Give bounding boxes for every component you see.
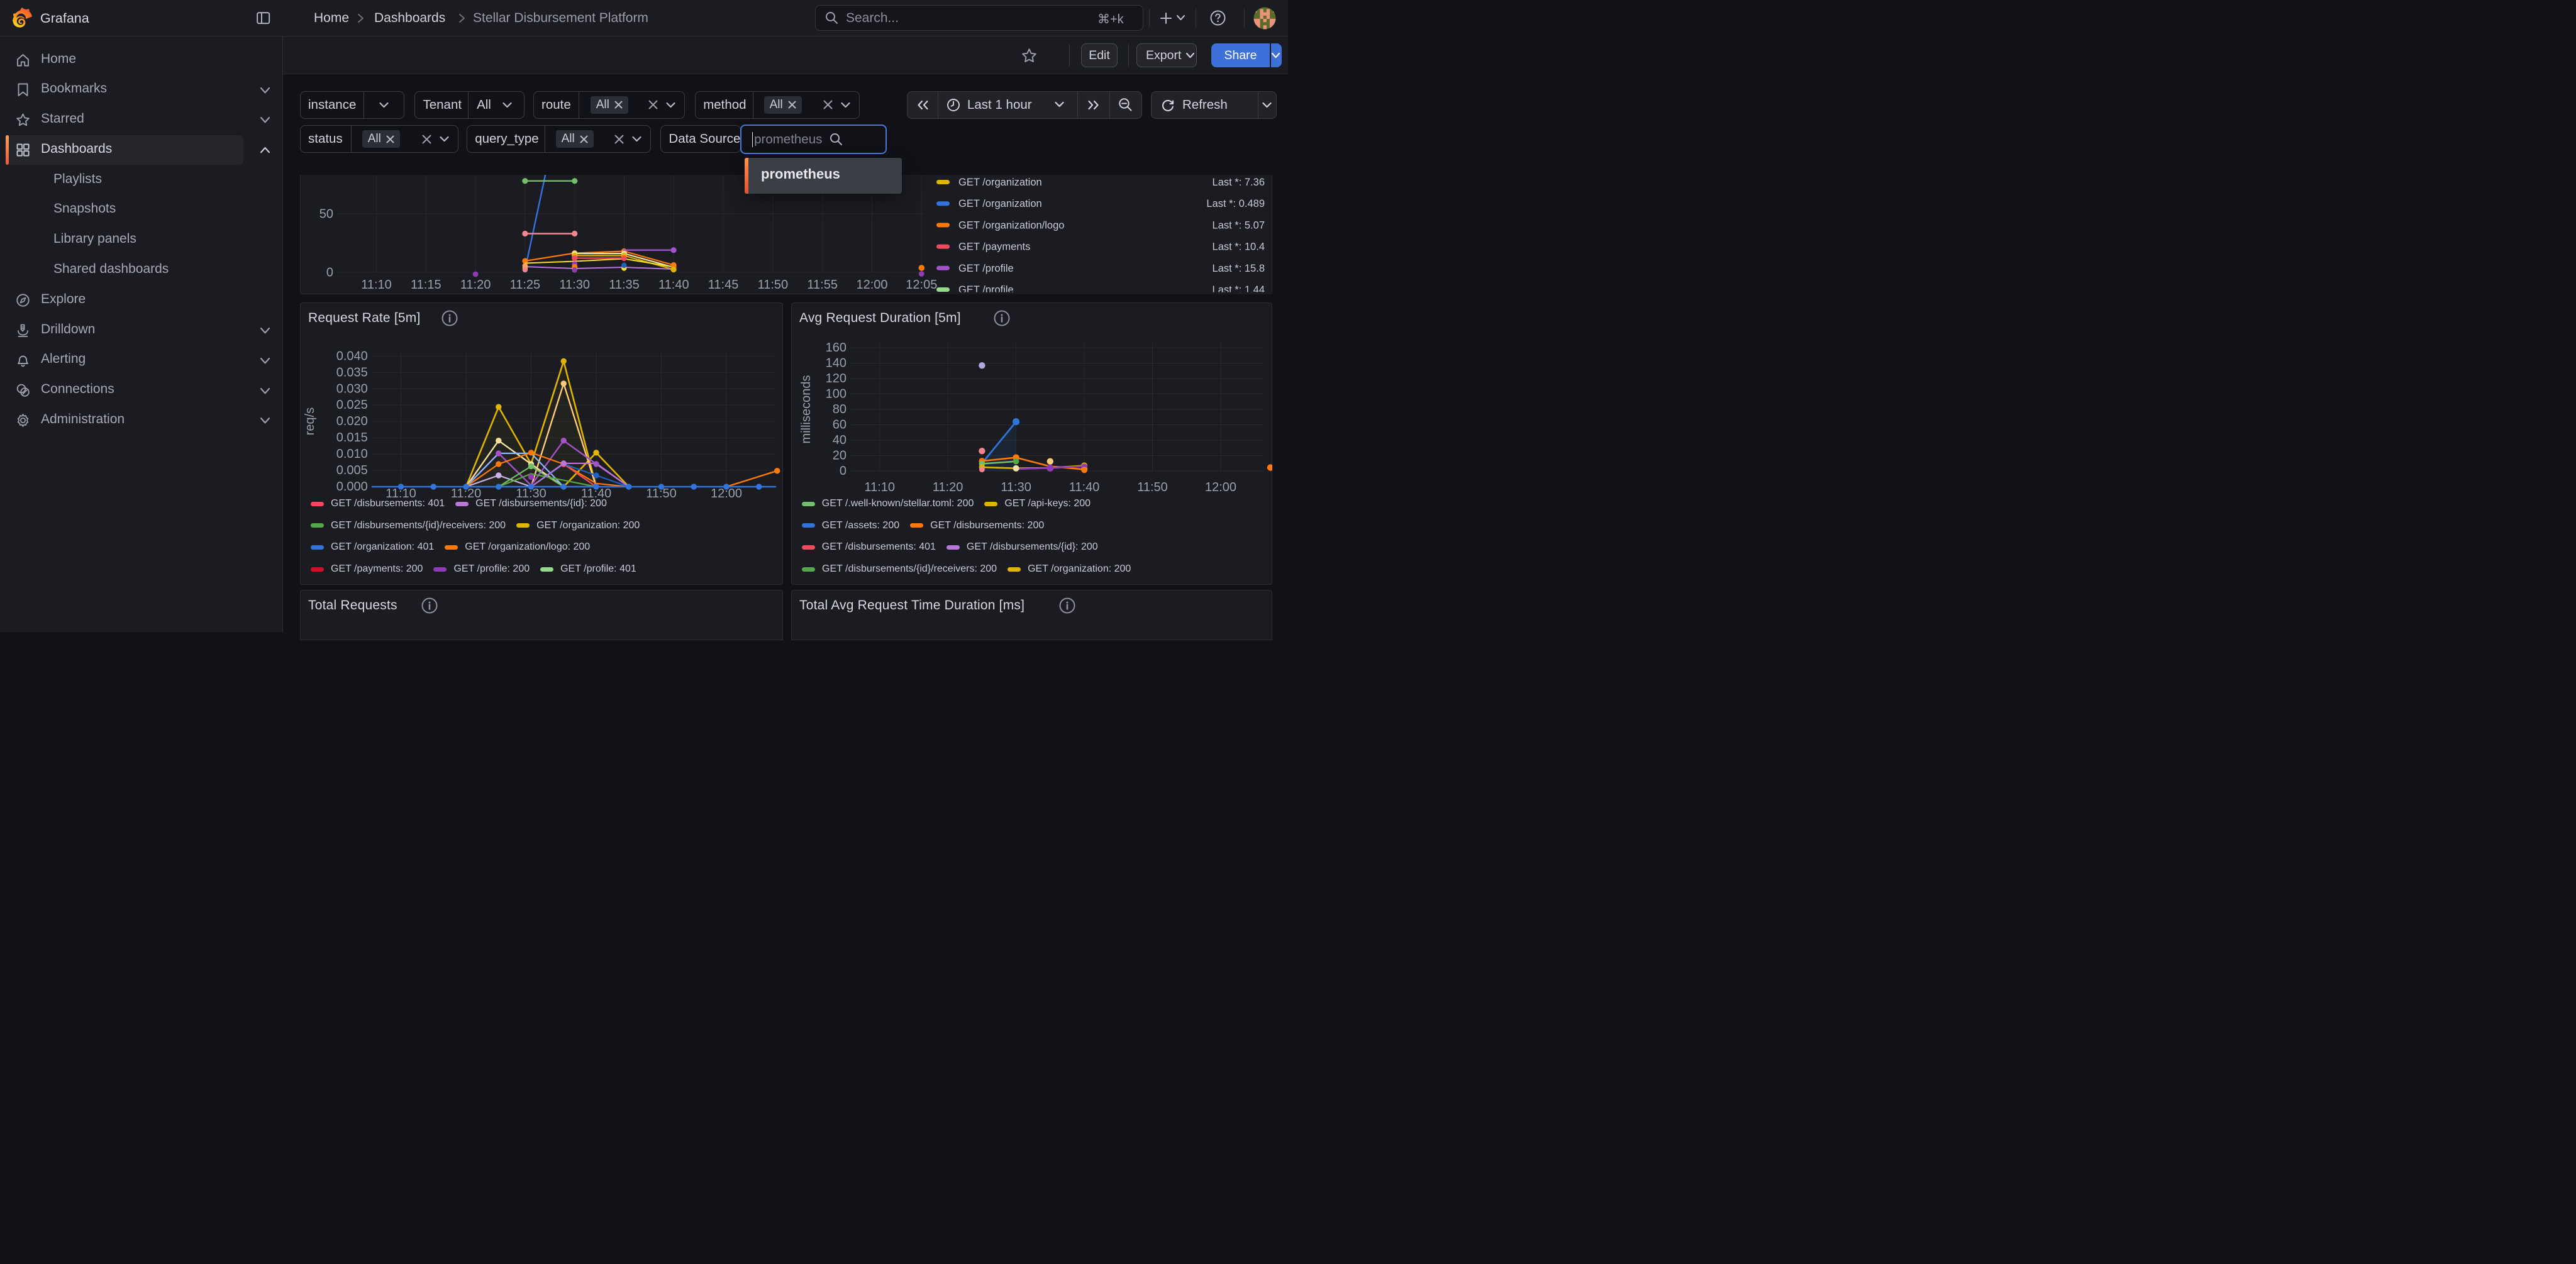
svg-text:0.015: 0.015 xyxy=(336,431,368,445)
svg-text:12:00: 12:00 xyxy=(1205,480,1236,494)
svg-text:0.000: 0.000 xyxy=(336,480,368,494)
svg-text:GET /organization/logo: GET /organization/logo xyxy=(958,219,1064,231)
svg-text:20: 20 xyxy=(833,449,847,463)
svg-text:GET /organization: GET /organization xyxy=(958,198,1042,209)
svg-text:80: 80 xyxy=(833,402,847,416)
svg-text:60: 60 xyxy=(833,418,847,432)
svg-text:GET /organization: GET /organization xyxy=(958,177,1042,188)
svg-text:0: 0 xyxy=(326,265,333,279)
svg-text:req/s: req/s xyxy=(303,407,317,435)
svg-text:11:15: 11:15 xyxy=(411,278,441,292)
svg-text:120: 120 xyxy=(826,372,847,385)
svg-text:Last *: 10.4: Last *: 10.4 xyxy=(1213,241,1265,252)
svg-text:0.035: 0.035 xyxy=(336,365,368,379)
svg-text:GET /profile: GET /profile xyxy=(958,262,1014,274)
svg-text:12:05: 12:05 xyxy=(906,278,937,292)
svg-text:Last *: 5.07: Last *: 5.07 xyxy=(1213,219,1265,231)
svg-text:140: 140 xyxy=(826,357,847,370)
svg-text:40: 40 xyxy=(833,433,847,447)
svg-text:Last *: 7.36: Last *: 7.36 xyxy=(1213,177,1265,188)
svg-text:11:30: 11:30 xyxy=(1001,480,1031,494)
svg-text:50: 50 xyxy=(319,207,333,221)
svg-text:0.020: 0.020 xyxy=(336,414,368,428)
svg-text:0.010: 0.010 xyxy=(336,447,368,461)
svg-text:11:50: 11:50 xyxy=(758,278,789,292)
svg-text:11:10: 11:10 xyxy=(864,480,895,494)
svg-text:11:20: 11:20 xyxy=(933,480,963,494)
svg-text:11:50: 11:50 xyxy=(1137,480,1168,494)
svg-text:11:55: 11:55 xyxy=(807,278,838,292)
svg-text:11:35: 11:35 xyxy=(609,278,640,292)
svg-text:GET /payments: GET /payments xyxy=(958,241,1030,252)
svg-text:0.040: 0.040 xyxy=(336,349,368,363)
svg-text:11:10: 11:10 xyxy=(361,278,392,292)
svg-text:0.025: 0.025 xyxy=(336,398,368,412)
svg-text:100: 100 xyxy=(826,387,847,401)
svg-text:11:40: 11:40 xyxy=(1069,480,1100,494)
svg-text:0.005: 0.005 xyxy=(336,463,368,477)
svg-text:milliseconds: milliseconds xyxy=(799,375,813,444)
svg-text:11:30: 11:30 xyxy=(559,278,590,292)
svg-text:Last *: 15.8: Last *: 15.8 xyxy=(1213,262,1265,274)
svg-text:Last *: 0.489: Last *: 0.489 xyxy=(1206,198,1265,209)
svg-text:11:40: 11:40 xyxy=(658,278,689,292)
svg-text:11:20: 11:20 xyxy=(460,278,491,292)
svg-text:160: 160 xyxy=(826,341,847,355)
svg-text:11:25: 11:25 xyxy=(510,278,541,292)
svg-text:0: 0 xyxy=(840,464,847,478)
svg-text:11:45: 11:45 xyxy=(708,278,739,292)
svg-text:12:00: 12:00 xyxy=(856,278,887,292)
svg-text:0.030: 0.030 xyxy=(336,382,368,396)
